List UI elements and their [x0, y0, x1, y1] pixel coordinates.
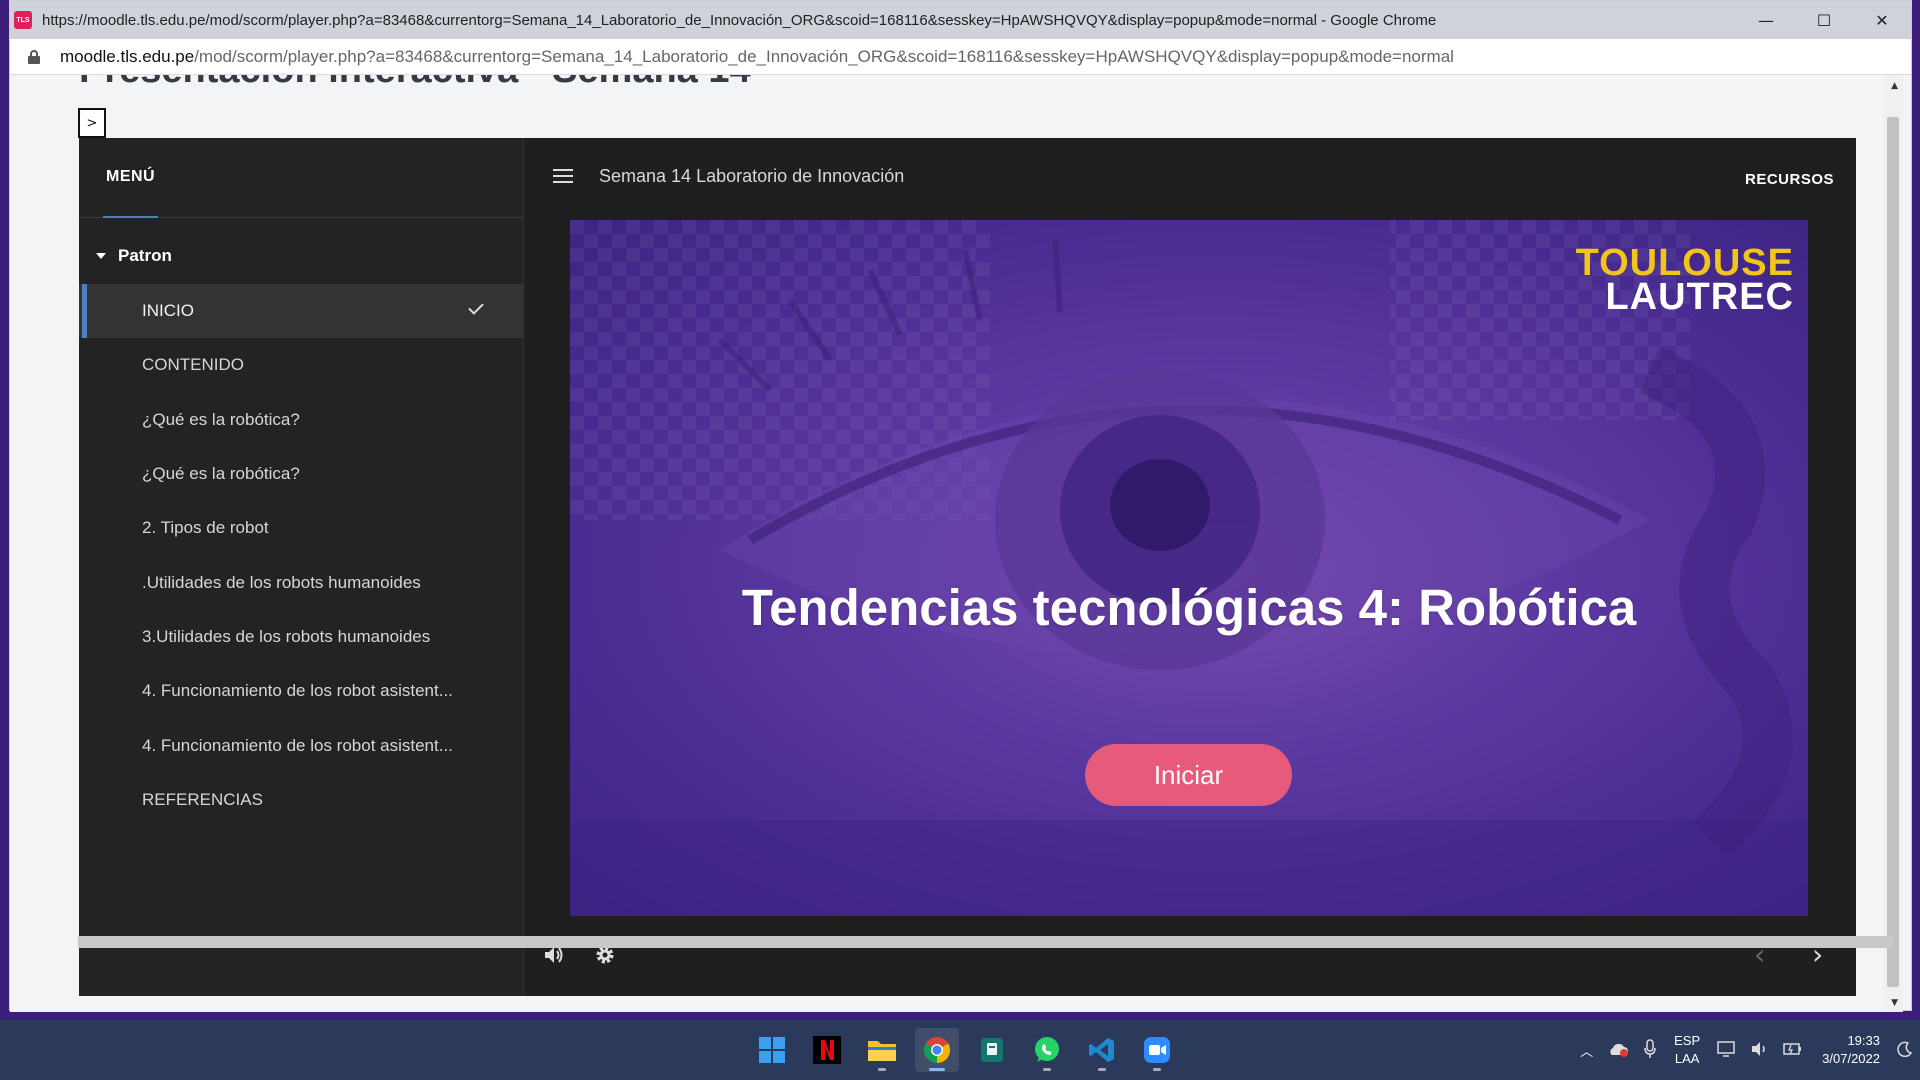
course-title: Semana 14 Laboratorio de Innovación — [599, 166, 905, 186]
menu-list: INICIO CONTENIDO ¿Qué es la robótica? ¿Q… — [79, 284, 523, 827]
page-title: Presentación interactiva - Semana 14 — [79, 75, 751, 92]
menu-tab[interactable]: MENÚ — [106, 168, 155, 186]
resources-button[interactable]: RECURSOS — [1745, 171, 1834, 188]
toulouse-lautrec-logo: TOULOUSE LAUTREC — [1575, 242, 1794, 318]
menu-item-funcionamiento-2[interactable]: 4. Funcionamiento de los robot asistent.… — [79, 718, 523, 772]
clock[interactable]: 19:33 3/07/2022 — [1822, 1032, 1880, 1068]
taskbar: ︿ ESP LAA 19:33 3/07/2022 — [0, 1020, 1920, 1080]
scroll-down-arrow-icon[interactable]: ▼ — [1891, 998, 1898, 1008]
chevron-up-icon[interactable]: ︿ — [1580, 1041, 1593, 1060]
checkmark-icon — [468, 299, 484, 315]
windows-start-icon[interactable] — [750, 1028, 794, 1072]
battery-icon[interactable] — [1783, 1042, 1803, 1059]
lock-icon[interactable] — [28, 49, 40, 64]
sidebar-menu: MENÚ Patron INICIO CONTENIDO ¿Qué es la … — [79, 138, 524, 996]
network-icon[interactable] — [1717, 1040, 1737, 1061]
caret-down-icon — [96, 253, 106, 259]
menu-tab-indicator — [103, 216, 158, 218]
eye-artwork-image — [570, 220, 1808, 916]
minimize-button[interactable]: — — [1737, 1, 1795, 39]
maximize-button[interactable]: ☐ — [1795, 1, 1853, 39]
scroll-thumb[interactable] — [1887, 117, 1899, 987]
toggle-menu-button[interactable]: > — [78, 108, 106, 138]
menu-item-funcionamiento-1[interactable]: 4. Funcionamiento de los robot asistent.… — [79, 664, 523, 718]
site-favicon: TLS — [14, 11, 32, 29]
menu-item-utilidades-2[interactable]: 3.Utilidades de los robots humanoides — [79, 610, 523, 664]
menu-item-utilidades-1[interactable]: .Utilidades de los robots humanoides — [79, 555, 523, 609]
microphone-icon[interactable] — [1643, 1038, 1657, 1062]
scorm-player: MENÚ Patron INICIO CONTENIDO ¿Qué es la … — [79, 138, 1856, 996]
horizontal-scrollbar[interactable] — [78, 936, 1893, 948]
whatsapp-icon[interactable] — [1025, 1028, 1069, 1072]
slide-title: Tendencias tecnológicas 4: Robótica — [741, 579, 1637, 636]
menu-item-que-es-robotica-2[interactable]: ¿Qué es la robótica? — [79, 447, 523, 501]
url-text[interactable]: moodle.tls.edu.pe/mod/scorm/player.php?a… — [60, 47, 1454, 67]
scroll-up-arrow-icon[interactable]: ▲ — [1891, 81, 1898, 91]
netflix-icon[interactable] — [805, 1028, 849, 1072]
file-explorer-icon[interactable] — [860, 1028, 904, 1072]
slide-canvas: TOULOUSE LAUTREC Tendencias tecnológicas… — [570, 220, 1808, 916]
close-button[interactable]: ✕ — [1853, 1, 1911, 39]
start-button[interactable]: Iniciar — [1085, 744, 1292, 806]
focus-moon-icon[interactable] — [1897, 1041, 1913, 1060]
menu-group-patron[interactable]: Patron — [79, 246, 523, 266]
vertical-scrollbar[interactable]: ▲ ▼ — [1883, 75, 1903, 1012]
menu-item-inicio[interactable]: INICIO — [79, 284, 523, 339]
menu-item-referencias[interactable]: REFERENCIAS — [79, 773, 523, 827]
language-indicator[interactable]: ESP LAA — [1674, 1032, 1700, 1068]
speaker-icon[interactable] — [1751, 1041, 1769, 1060]
vscode-icon[interactable] — [1080, 1028, 1124, 1072]
title-bar: TLS https://moodle.tls.edu.pe/mod/scorm/… — [10, 1, 1911, 39]
menu-item-tipos-robot[interactable]: 2. Tipos de robot — [79, 501, 523, 555]
menu-item-que-es-robotica-1[interactable]: ¿Qué es la robótica? — [79, 393, 523, 447]
address-bar[interactable]: moodle.tls.edu.pe/mod/scorm/player.php?a… — [10, 39, 1911, 75]
menu-header: MENÚ — [79, 138, 523, 218]
system-tray: ︿ ESP LAA 19:33 3/07/2022 — [1573, 1020, 1920, 1080]
notes-app-icon[interactable] — [970, 1028, 1014, 1072]
onedrive-icon[interactable] — [1607, 1041, 1629, 1060]
player-main: Semana 14 Laboratorio de Innovación RECU… — [524, 138, 1856, 996]
hamburger-menu-icon[interactable] — [553, 169, 573, 183]
window-title: https://moodle.tls.edu.pe/mod/scorm/play… — [42, 11, 1437, 29]
chrome-icon[interactable] — [915, 1028, 959, 1072]
page-content: Presentación interactiva - Semana 14 > M… — [10, 75, 1903, 1012]
zoom-icon[interactable] — [1135, 1028, 1179, 1072]
menu-item-contenido[interactable]: CONTENIDO — [79, 338, 523, 392]
menu-group-label: Patron — [118, 246, 172, 265]
player-controls: ‹ › — [524, 916, 1856, 996]
browser-window: TLS https://moodle.tls.edu.pe/mod/scorm/… — [9, 0, 1912, 1012]
